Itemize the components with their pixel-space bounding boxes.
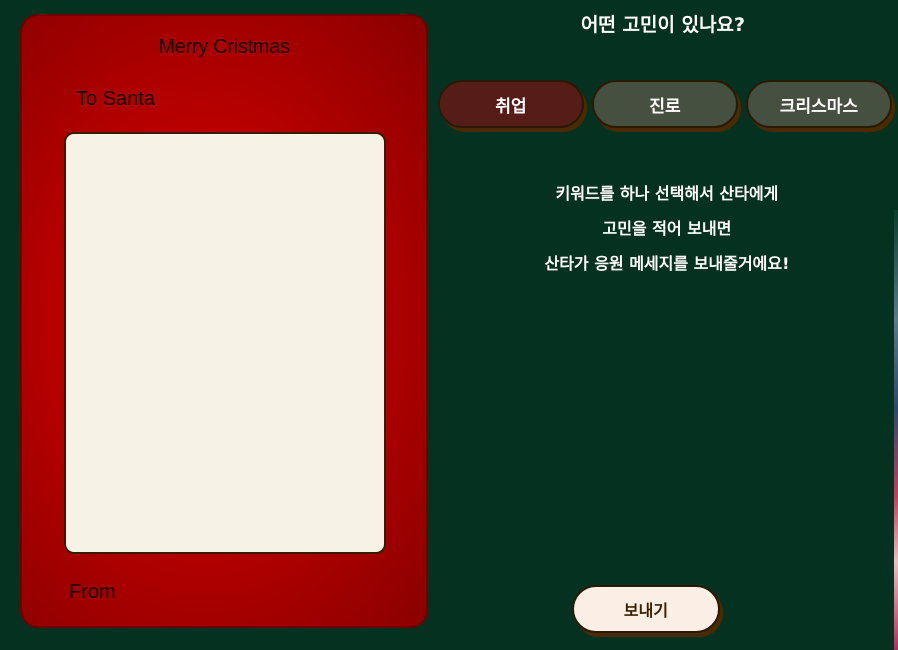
- instructions: 키워드를 하나 선택해서 산타에게 고민을 적어 보내면 산타가 응원 메세지를…: [428, 176, 898, 281]
- from-label: From: [69, 581, 116, 603]
- letter-title: Merry Cristmas: [158, 36, 290, 58]
- keyword-button-career[interactable]: 진로: [592, 80, 738, 128]
- question-heading: 어떤 고민이 있나요?: [580, 14, 746, 36]
- to-label: To Santa: [76, 88, 155, 110]
- letter-card: Merry Cristmas To Santa From: [20, 14, 428, 628]
- keyword-button-job[interactable]: 취업: [438, 80, 584, 128]
- instruction-line: 키워드를 하나 선택해서 산타에게: [555, 184, 779, 203]
- letter-textarea[interactable]: [64, 132, 386, 554]
- instruction-line: 산타가 응원 메세지를 보내줄거에요!: [544, 254, 790, 273]
- edge-strip: [894, 210, 898, 650]
- send-button[interactable]: 보내기: [572, 585, 720, 633]
- instruction-line: 고민을 적어 보내면: [602, 219, 732, 238]
- keyword-button-christmas[interactable]: 크리스마스: [746, 80, 892, 128]
